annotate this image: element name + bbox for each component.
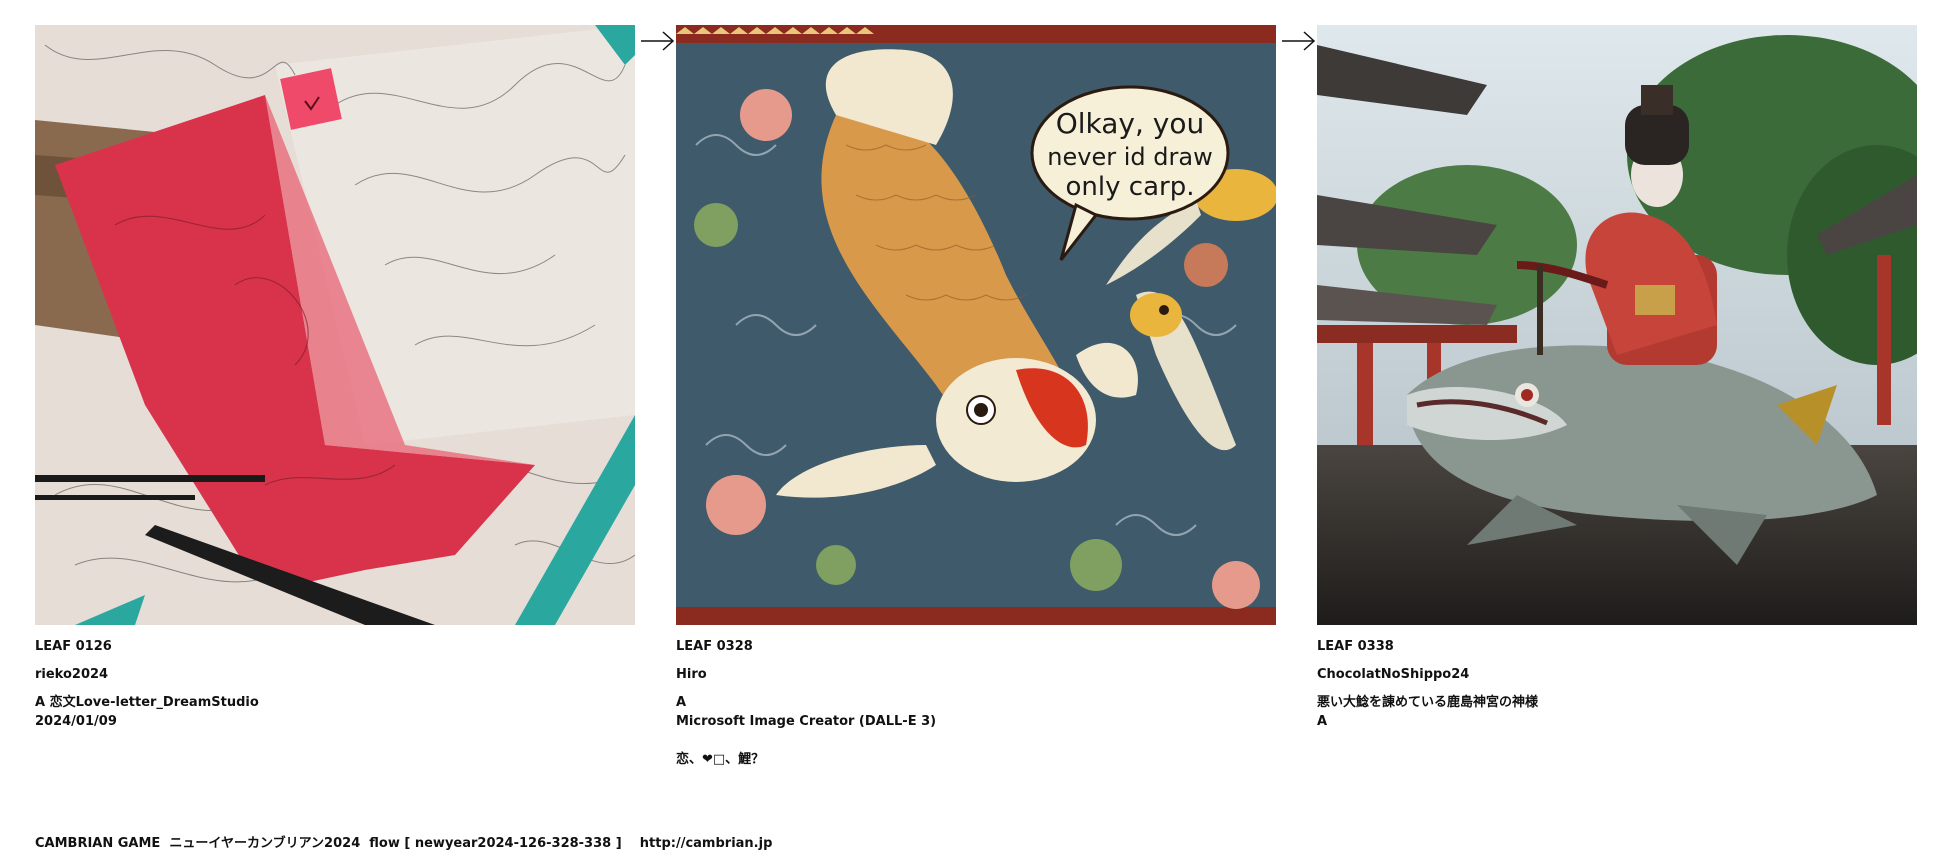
leaf-date: 2024/01/09 (35, 714, 117, 729)
leaf-caption-line: A 恋文Love-letter_DreamStudio (35, 695, 259, 710)
leaf-code[interactable]: LEAF 0338 (1317, 637, 1917, 656)
leaf-code[interactable]: LEAF 0328 (676, 637, 1276, 656)
speech-line-1: Olkay, you (1056, 107, 1205, 140)
right-arrow-icon (641, 31, 675, 51)
leaf-caption-line: A (676, 695, 687, 710)
leaf-image-0126[interactable] (35, 25, 635, 625)
leaf-image-0338[interactable] (1317, 25, 1917, 625)
koi-illustration: Olkay, you never id draw only carp. (676, 25, 1276, 625)
leaf-comment-line: 恋、❤□、鯉？ (676, 752, 765, 767)
leaf-info-0338: LEAF 0338 ChocolatNoShippo24 悪い大鯰を諌めている鹿… (1317, 637, 1917, 731)
leaf-author[interactable]: rieko2024 (35, 665, 635, 684)
leaf-caption-line: 悪い大鯰を諌めている鹿島神宮の神様 (1317, 695, 1539, 710)
leaf-card-0126: LEAF 0126 rieko2024 A 恋文Love-letter_Drea… (35, 25, 635, 731)
leaf-code[interactable]: LEAF 0126 (35, 637, 635, 656)
leaf-blank-line (676, 731, 1276, 750)
leaf-card-0328: Olkay, you never id draw only carp. LEAF… (676, 25, 1276, 769)
leaf-card-0338: LEAF 0338 ChocolatNoShippo24 悪い大鯰を諌めている鹿… (1317, 25, 1917, 731)
leaf-author[interactable]: Hiro (676, 665, 1276, 684)
leaf-info-0328: LEAF 0328 Hiro A Microsoft Image Creator… (676, 637, 1276, 769)
love-letter-illustration (35, 25, 635, 625)
speech-line-3: only carp. (1066, 172, 1195, 202)
right-arrow-icon (1282, 31, 1316, 51)
footer-credits: CAMBRIAN GAME ニューイヤーカンブリアン2024 flow [ ne… (35, 836, 773, 851)
leaf-info-0126: LEAF 0126 rieko2024 A 恋文Love-letter_Drea… (35, 637, 635, 731)
leaf-image-0328[interactable]: Olkay, you never id draw only carp. (676, 25, 1276, 625)
leaf-author[interactable]: ChocolatNoShippo24 (1317, 665, 1917, 684)
flow-page: LEAF 0126 rieko2024 A 恋文Love-letter_Drea… (0, 0, 1953, 867)
speech-line-2: never id draw (1047, 143, 1212, 171)
leaf-tool-line: Microsoft Image Creator (DALL-E 3) (676, 714, 937, 729)
leaf-caption-line: A (1317, 714, 1328, 729)
catfish-rider-photo (1317, 25, 1917, 625)
